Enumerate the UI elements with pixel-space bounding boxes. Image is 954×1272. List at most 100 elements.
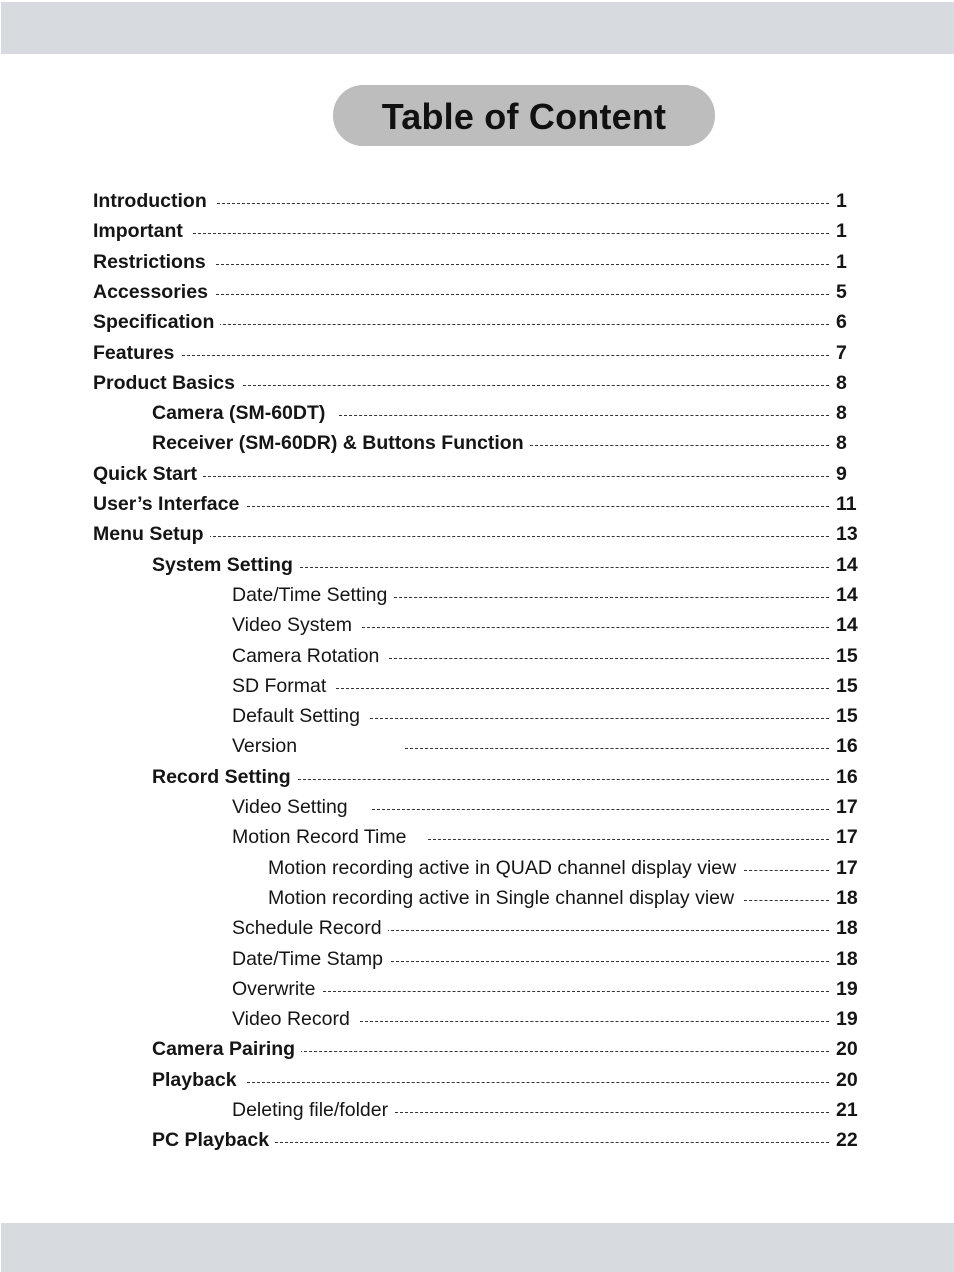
toc-entry-title: Default Setting [232, 701, 366, 732]
toc-entry-title: Features [93, 337, 181, 368]
toc-page-number: 8 [836, 432, 847, 455]
toc-entry[interactable]: Camera Pairing 20 [0, 1034, 954, 1065]
dot-leader [208, 536, 829, 538]
toc-page-number: 7 [836, 341, 847, 364]
toc-page-number: 14 [836, 614, 858, 637]
toc-entry-title: Camera Rotation [232, 640, 386, 671]
toc-entry-title: Menu Setup [93, 519, 210, 550]
toc-entry-title: Camera (SM-60DT) [152, 398, 332, 429]
toc-entry-title: Video Setting [232, 792, 354, 822]
toc-entry[interactable]: Schedule Record 18 [0, 913, 954, 944]
toc-entry[interactable]: Overwrite 19 [0, 973, 954, 1004]
toc-entry[interactable]: Features 7 [0, 337, 954, 368]
toc-entry-title: Video Record [232, 1004, 356, 1035]
toc-entry[interactable]: User’s Interface 11 [0, 489, 954, 519]
toc-entry-title: Schedule Record [232, 913, 388, 944]
toc-entry-title: Accessories [93, 276, 214, 307]
toc-page-number: 17 [836, 796, 858, 818]
dot-leader [390, 1112, 829, 1113]
dot-leader [339, 415, 829, 417]
dot-leader [295, 566, 829, 568]
toc-entry[interactable]: Quick Start 9 [0, 458, 954, 489]
dot-leader [336, 687, 829, 689]
toc-entry[interactable]: Restrictions 1 [0, 246, 954, 277]
dot-leader [275, 1142, 829, 1144]
toc-page-number: 18 [836, 886, 858, 909]
toc-entry-title: Version [232, 731, 304, 762]
dot-leader [299, 1051, 829, 1053]
dot-leader [323, 990, 829, 992]
toc-entry-title: Product Basics [93, 367, 241, 398]
toc-entry[interactable]: System Setting 14 [0, 549, 954, 580]
toc-page-number: 20 [836, 1038, 858, 1061]
toc-entry-title: Record Setting [152, 761, 297, 792]
toc-entry[interactable]: Receiver (SM-60DR) & Buttons Function 8 [0, 428, 954, 459]
toc-page-number: 14 [836, 583, 858, 606]
toc-entry[interactable]: Video Setting 17 [0, 792, 954, 822]
toc-entry[interactable]: Motion recording active in Single channe… [0, 882, 954, 913]
dot-leader [428, 839, 829, 841]
toc-page-number: 11 [836, 493, 857, 515]
dot-leader [370, 718, 829, 720]
toc-entry[interactable]: Date/Time Stamp 18 [0, 943, 954, 974]
dot-leader [217, 203, 829, 204]
toc-entry[interactable]: Product Basics 8 [0, 367, 954, 398]
dot-leader [391, 960, 829, 962]
toc-entry[interactable]: SD Format 15 [0, 670, 954, 701]
dot-leader [744, 869, 829, 871]
toc-entry[interactable]: Deleting file/folder 21 [0, 1095, 954, 1125]
toc-entry[interactable]: Motion recording active in QUAD channel … [0, 852, 954, 883]
dot-leader [247, 506, 829, 507]
toc-page-number: 21 [836, 1099, 858, 1121]
toc-entry-title: Quick Start [93, 458, 204, 489]
toc-entry-title: Receiver (SM-60DR) & Buttons Function [152, 428, 530, 459]
dot-leader [182, 354, 829, 356]
toc-entry-title: Motion recording active in Single channe… [268, 882, 741, 913]
toc-entry[interactable]: Default Setting 15 [0, 701, 954, 732]
toc-page-number: 5 [836, 280, 847, 303]
toc-entry-title: Overwrite [232, 973, 322, 1004]
toc-entry[interactable]: Accessories 5 [0, 276, 954, 307]
toc-page-number: 1 [836, 250, 847, 273]
dot-leader [372, 809, 829, 810]
toc-entry[interactable]: Version 16 [0, 731, 954, 762]
toc-entry-title: Date/Time Setting [232, 579, 394, 610]
toc-entry[interactable]: Menu Setup 13 [0, 519, 954, 550]
title-banner: Table of Content [333, 85, 715, 146]
toc-page-number: 18 [836, 947, 858, 970]
toc-page-number: 20 [836, 1068, 858, 1091]
dot-leader [386, 930, 829, 932]
toc-entry-title: Motion Record Time [232, 822, 413, 853]
toc-entry-title: Video System [232, 610, 358, 641]
toc-entry-title: SD Format [232, 670, 333, 701]
toc-entry[interactable]: Important 1 [0, 216, 954, 247]
toc-entry[interactable]: Camera (SM-60DT) 8 [0, 398, 954, 429]
dot-leader [247, 1081, 829, 1083]
toc-page-number: 1 [836, 220, 847, 243]
toc-entry-title: Specification [93, 307, 221, 338]
toc-entry-title: PC Playback [152, 1125, 276, 1156]
toc-entry[interactable]: Record Setting 16 [0, 761, 954, 792]
toc-entry[interactable]: Playback 20 [0, 1064, 954, 1095]
toc-page-number: 19 [836, 977, 858, 1000]
toc-entry-title: Deleting file/folder [232, 1095, 395, 1125]
toc-page-number: 9 [836, 462, 847, 485]
dot-leader [293, 778, 829, 780]
toc-entry[interactable]: Camera Rotation 15 [0, 640, 954, 671]
toc-entry-title: Motion recording active in QUAD channel … [268, 852, 743, 883]
toc-page-number: 18 [836, 917, 858, 940]
toc-entry-title: Camera Pairing [152, 1034, 302, 1065]
toc-entry[interactable]: Date/Time Setting 14 [0, 579, 954, 610]
toc-entry[interactable]: Motion Record Time 17 [0, 822, 954, 853]
toc-entry[interactable]: PC Playback 22 [0, 1125, 954, 1156]
toc-entry-title: Playback [152, 1064, 243, 1095]
toc-entry[interactable]: Introduction 1 [0, 186, 954, 216]
dot-leader [405, 748, 829, 750]
toc-entry[interactable]: Specification 6 [0, 307, 954, 338]
toc-page-number: 16 [836, 765, 858, 788]
toc-entry-title: User’s Interface [93, 489, 246, 519]
toc-entry[interactable]: Video System 14 [0, 610, 954, 641]
toc-page-number: 22 [836, 1129, 858, 1152]
toc-page-number: 1 [836, 190, 847, 212]
toc-entry[interactable]: Video Record 19 [0, 1004, 954, 1035]
